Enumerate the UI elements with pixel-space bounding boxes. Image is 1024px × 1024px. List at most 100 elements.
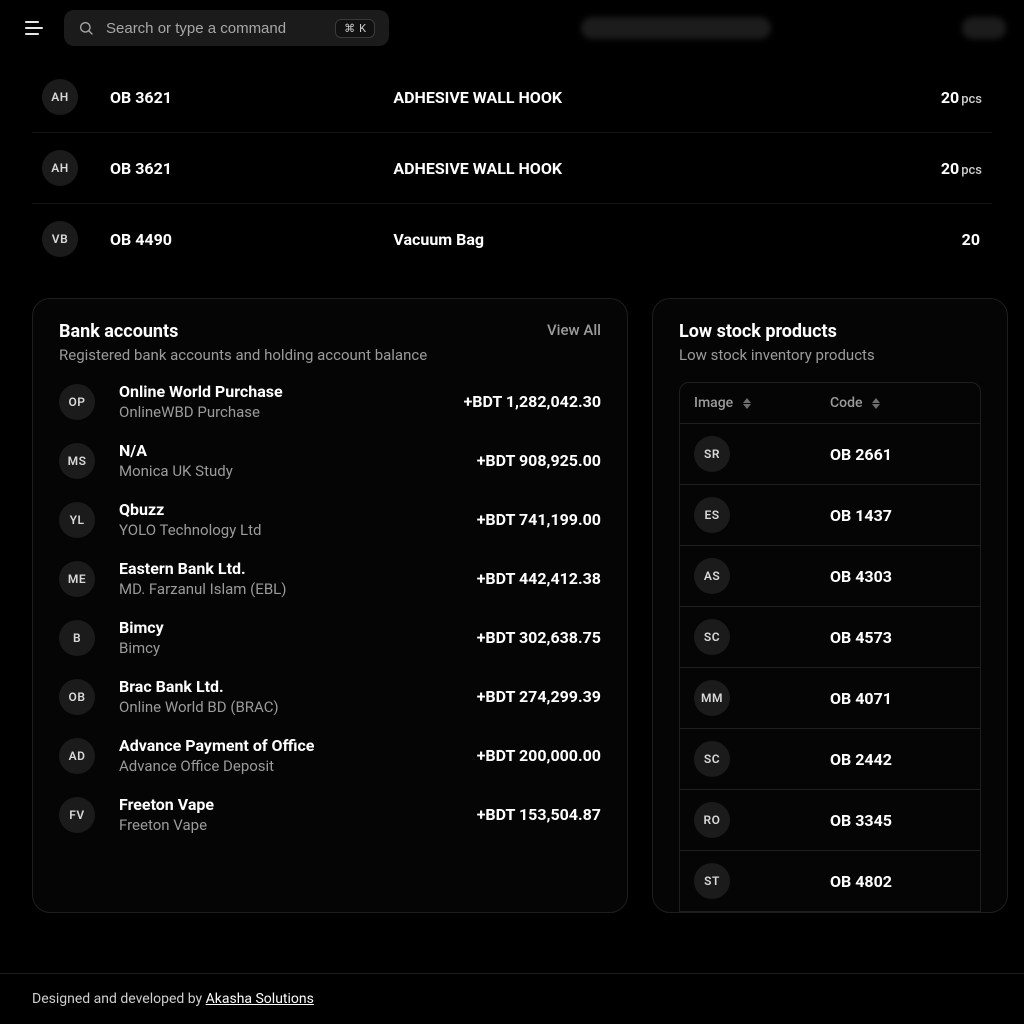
shortcut-hint: ⌘ K bbox=[335, 19, 375, 38]
bank-sub: YOLO Technology Ltd bbox=[119, 521, 467, 539]
lowstock-col-image[interactable]: Image bbox=[694, 395, 830, 411]
product-qty: 20 bbox=[842, 230, 982, 249]
bank-sub: Monica UK Study bbox=[119, 462, 467, 480]
footer: Designed and developed by Akasha Solutio… bbox=[0, 973, 1024, 1024]
table-row[interactable]: RO OB 3345 bbox=[680, 790, 980, 851]
bank-name: Eastern Bank Ltd. bbox=[119, 559, 467, 578]
list-item[interactable]: OB Brac Bank Ltd. Online World BD (BRAC)… bbox=[59, 677, 601, 716]
search-input[interactable] bbox=[106, 20, 323, 37]
sort-icon bbox=[743, 398, 751, 409]
bank-name: Freeton Vape bbox=[119, 795, 467, 814]
lowstock-code: OB 3345 bbox=[830, 811, 966, 830]
bank-view-all[interactable]: View All bbox=[547, 321, 601, 339]
products-table: AH OB 3621 ADHESIVE WALL HOOK 20pcs AH O… bbox=[32, 62, 992, 274]
command-search[interactable]: ⌘ K bbox=[64, 10, 389, 46]
bank-name: Brac Bank Ltd. bbox=[119, 677, 467, 696]
product-code: OB 3621 bbox=[110, 159, 385, 178]
list-item[interactable]: B Bimcy Bimcy +BDT 302,638.75 bbox=[59, 618, 601, 657]
bank-sub: Advance Office Deposit bbox=[119, 757, 467, 775]
bank-avatar: FV bbox=[59, 797, 95, 833]
table-row[interactable]: MM OB 4071 bbox=[680, 668, 980, 729]
bank-balance: +BDT 302,638.75 bbox=[477, 628, 601, 647]
topbar: ⌘ K bbox=[0, 0, 1024, 56]
bank-balance: +BDT 741,199.00 bbox=[477, 510, 601, 529]
list-item[interactable]: YL Qbuzz YOLO Technology Ltd +BDT 741,19… bbox=[59, 500, 601, 539]
list-item[interactable]: FV Freeton Vape Freeton Vape +BDT 153,50… bbox=[59, 795, 601, 834]
lowstock-title: Low stock products bbox=[679, 321, 981, 342]
bank-balance: +BDT 200,000.00 bbox=[477, 746, 601, 765]
lowstock-avatar: AS bbox=[694, 558, 730, 594]
product-avatar: AH bbox=[42, 150, 78, 186]
search-icon bbox=[78, 20, 94, 36]
table-row[interactable]: VB OB 4490 Vacuum Bag 20 bbox=[32, 204, 992, 274]
topbar-center-blur bbox=[403, 17, 948, 39]
lowstock-avatar: ST bbox=[694, 863, 730, 899]
bank-avatar: YL bbox=[59, 502, 95, 538]
lowstock-code: OB 4802 bbox=[830, 872, 966, 891]
footer-prefix: Designed and developed by bbox=[32, 991, 206, 1007]
list-item[interactable]: OP Online World Purchase OnlineWBD Purch… bbox=[59, 382, 601, 421]
product-code: OB 4490 bbox=[110, 230, 385, 249]
bank-balance: +BDT 153,504.87 bbox=[477, 805, 601, 824]
menu-icon bbox=[25, 21, 43, 35]
lowstock-avatar: ES bbox=[694, 497, 730, 533]
table-row[interactable]: AH OB 3621 ADHESIVE WALL HOOK 20pcs bbox=[32, 62, 992, 133]
topbar-right-blur bbox=[962, 17, 1006, 39]
product-qty: 20pcs bbox=[842, 88, 982, 107]
low-stock-card: Low stock products Low stock inventory p… bbox=[652, 298, 1008, 913]
bank-sub: OnlineWBD Purchase bbox=[119, 403, 454, 421]
lowstock-avatar: SR bbox=[694, 436, 730, 472]
list-item[interactable]: AD Advance Payment of Office Advance Off… bbox=[59, 736, 601, 775]
bank-avatar: OP bbox=[59, 384, 95, 420]
table-row[interactable]: SC OB 2442 bbox=[680, 729, 980, 790]
lowstock-code: OB 2442 bbox=[830, 750, 966, 769]
lowstock-col-code[interactable]: Code bbox=[830, 395, 966, 411]
menu-button[interactable] bbox=[18, 12, 50, 44]
sort-icon bbox=[872, 398, 880, 409]
lowstock-avatar: RO bbox=[694, 802, 730, 838]
product-qty-value: 20 bbox=[962, 230, 980, 249]
product-qty-unit: pcs bbox=[961, 163, 982, 178]
table-row[interactable]: SC OB 4573 bbox=[680, 607, 980, 668]
product-avatar: VB bbox=[42, 221, 78, 257]
lowstock-code: OB 4071 bbox=[830, 689, 966, 708]
list-item[interactable]: MS N/A Monica UK Study +BDT 908,925.00 bbox=[59, 441, 601, 480]
bank-sub: Online World BD (BRAC) bbox=[119, 698, 467, 716]
lowstock-col-image-label: Image bbox=[694, 395, 733, 411]
product-name: Vacuum Bag bbox=[393, 230, 834, 249]
bank-balance: +BDT 274,299.39 bbox=[477, 687, 601, 706]
bank-avatar: ME bbox=[59, 561, 95, 597]
table-row[interactable]: SR OB 2661 bbox=[680, 424, 980, 485]
bank-balance: +BDT 1,282,042.30 bbox=[464, 392, 601, 411]
bank-avatar: B bbox=[59, 620, 95, 656]
table-row[interactable]: ST OB 4802 bbox=[680, 851, 980, 911]
lowstock-avatar: MM bbox=[694, 680, 730, 716]
list-item[interactable]: ME Eastern Bank Ltd. MD. Farzanul Islam … bbox=[59, 559, 601, 598]
bank-subtitle: Registered bank accounts and holding acc… bbox=[59, 346, 427, 364]
footer-link[interactable]: Akasha Solutions bbox=[206, 991, 314, 1007]
bank-name: Bimcy bbox=[119, 618, 467, 637]
product-name: ADHESIVE WALL HOOK bbox=[393, 159, 834, 178]
lowstock-col-code-label: Code bbox=[830, 395, 862, 411]
product-qty: 20pcs bbox=[842, 159, 982, 178]
bank-avatar: MS bbox=[59, 443, 95, 479]
product-qty-value: 20 bbox=[941, 159, 959, 178]
bank-avatar: AD bbox=[59, 738, 95, 774]
product-name: ADHESIVE WALL HOOK bbox=[393, 88, 834, 107]
lowstock-subtitle: Low stock inventory products bbox=[679, 346, 981, 364]
bank-name: Qbuzz bbox=[119, 500, 467, 519]
bank-name: Advance Payment of Office bbox=[119, 736, 467, 755]
product-code: OB 3621 bbox=[110, 88, 385, 107]
bank-sub: Bimcy bbox=[119, 639, 467, 657]
bank-name: Online World Purchase bbox=[119, 382, 454, 401]
table-row[interactable]: ES OB 1437 bbox=[680, 485, 980, 546]
shortcut-cmd: ⌘ bbox=[344, 22, 355, 35]
bank-avatar: OB bbox=[59, 679, 95, 715]
bank-title: Bank accounts bbox=[59, 321, 427, 342]
table-row[interactable]: AS OB 4303 bbox=[680, 546, 980, 607]
lowstock-avatar: SC bbox=[694, 619, 730, 655]
bank-accounts-card: Bank accounts Registered bank accounts a… bbox=[32, 298, 628, 913]
product-qty-value: 20 bbox=[941, 88, 959, 107]
bank-balance: +BDT 908,925.00 bbox=[477, 451, 601, 470]
table-row[interactable]: AH OB 3621 ADHESIVE WALL HOOK 20pcs bbox=[32, 133, 992, 204]
